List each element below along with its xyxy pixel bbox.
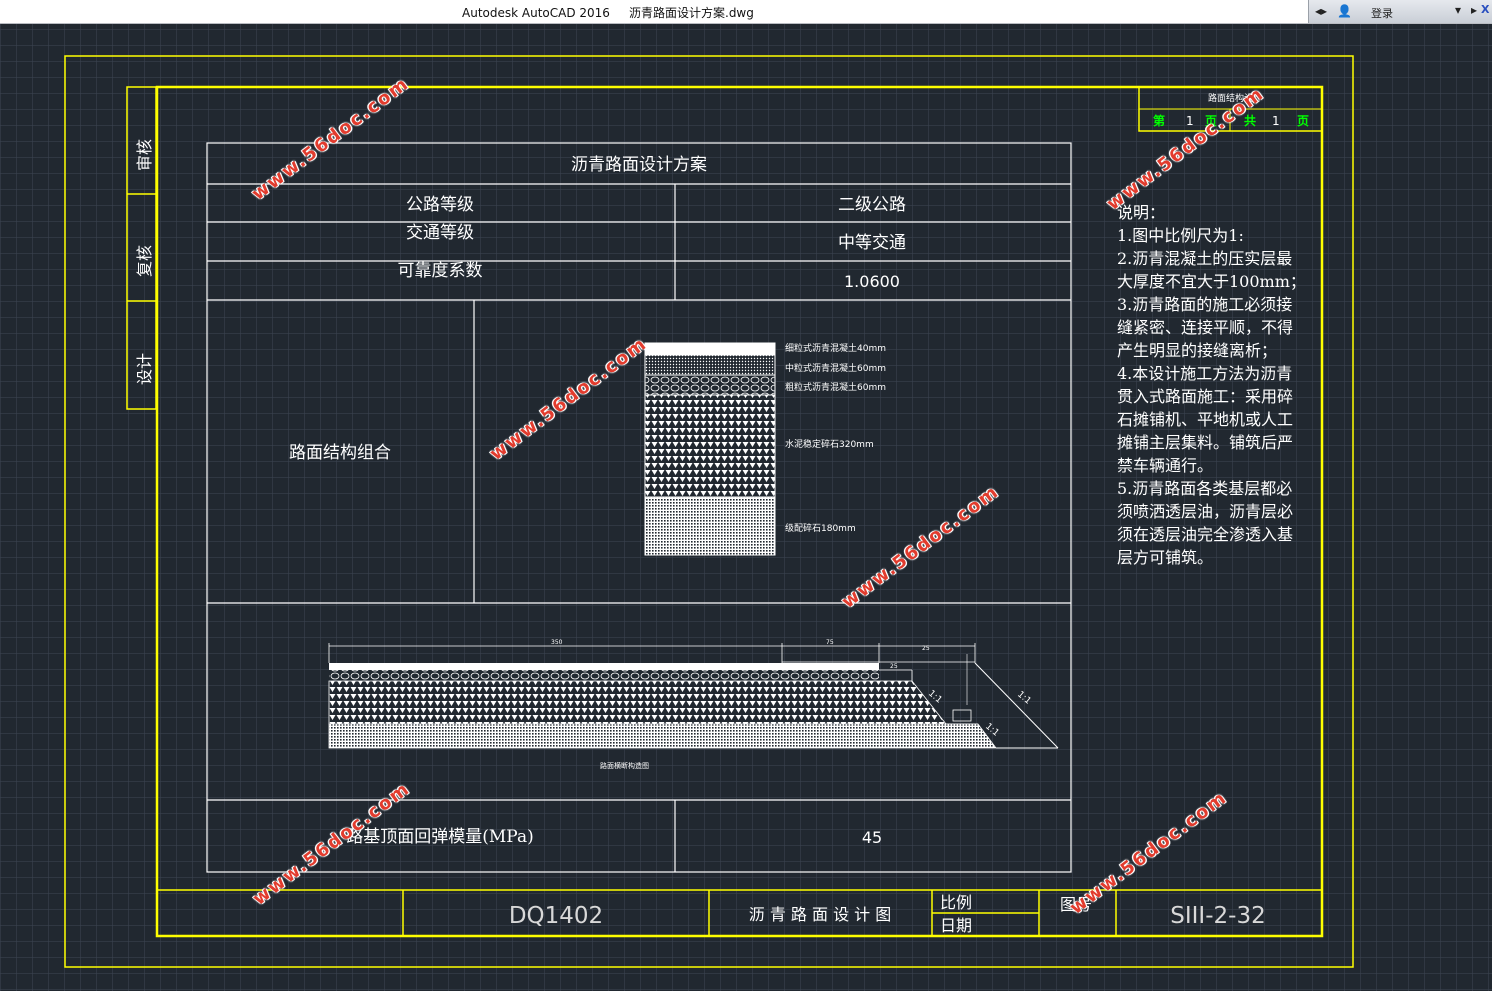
design-label: 设计 bbox=[135, 353, 154, 385]
note-line: 3.沥青路面的施工必须接 bbox=[1117, 295, 1293, 314]
scale-label: 比例 bbox=[940, 893, 972, 912]
total-number: 1 bbox=[1272, 114, 1280, 128]
slope-label-2: 1:1 bbox=[1015, 690, 1033, 707]
note-line: 5.沥青路面各类基层都必 bbox=[1117, 479, 1293, 498]
design-notes: 说明： 1.图中比例尺为1: 2.沥青混凝土的压实层最 大厚度不宜大于100mm… bbox=[1117, 201, 1317, 569]
traffic-grade-value: 中等交通 bbox=[838, 233, 906, 253]
note-line: 摊铺主层集料。铺筑后严 bbox=[1117, 433, 1294, 452]
modulus-value: 45 bbox=[862, 828, 882, 847]
layer-label-4: 水泥稳定碎石320mm bbox=[785, 438, 874, 450]
note-line: 层方可铺筑。 bbox=[1117, 548, 1214, 567]
note-line: 产生明显的接缝离析； bbox=[1117, 341, 1278, 360]
road-grade-value: 二级公路 bbox=[838, 195, 906, 215]
note-line: 禁车辆通行。 bbox=[1117, 456, 1214, 475]
modulus-label: 路基顶面回弹模量(MPa) bbox=[346, 827, 533, 847]
section-caption: 路面横断构造图 bbox=[600, 761, 649, 770]
note-line: 缝紧密、连接平顺，不得 bbox=[1117, 318, 1294, 337]
reliability-label: 可靠度系数 bbox=[398, 261, 483, 281]
dim-label-25b: 25 bbox=[890, 663, 898, 670]
left-signature-strip: 审核 复核 设计 bbox=[126, 86, 157, 410]
check-label: 复核 bbox=[135, 245, 154, 277]
note-line: 须在透层油完全渗透入基 bbox=[1117, 525, 1294, 544]
table-title: 沥青路面设计方案 bbox=[571, 155, 707, 175]
layer-label-1: 细粒式沥青混凝土40mm bbox=[785, 342, 886, 354]
note-line: 2.沥青混凝土的压实层最 bbox=[1117, 249, 1293, 268]
figure-number: SIII-2-32 bbox=[1170, 903, 1265, 929]
road-grade-label: 公路等级 bbox=[406, 195, 474, 215]
structure-label: 路面结构组合 bbox=[289, 443, 391, 463]
layer-label-2: 中粒式沥青混凝土60mm bbox=[785, 362, 886, 374]
note-line: 4.本设计施工方法为沥青 bbox=[1117, 364, 1293, 383]
drawing-code: DQ1402 bbox=[509, 903, 603, 929]
review-label: 审核 bbox=[135, 139, 154, 171]
note-line: 须喷洒透层油，沥青层必 bbox=[1117, 502, 1294, 521]
reliability-value: 1.0600 bbox=[844, 272, 900, 291]
page-number: 1 bbox=[1186, 114, 1194, 128]
traffic-grade-label: 交通等级 bbox=[406, 223, 474, 243]
note-line: 1.图中比例尺为1: bbox=[1117, 226, 1244, 245]
dim-label-75: 75 bbox=[826, 639, 834, 646]
date-label: 日期 bbox=[940, 916, 972, 935]
total-suffix: 页 bbox=[1297, 114, 1309, 128]
dim-label-25a: 25 bbox=[922, 645, 930, 652]
title-block bbox=[157, 889, 1322, 936]
pavement-layers-diagram bbox=[644, 342, 776, 556]
drawing-name: 沥 青 路 面 设 计 图 bbox=[749, 905, 892, 924]
dim-label-350: 350 bbox=[551, 639, 563, 646]
layer-label-5: 级配碎石180mm bbox=[785, 522, 856, 534]
note-line: 石摊铺机、平地机或人工 bbox=[1117, 410, 1294, 429]
layer-label-3: 粗粒式沥青混凝土60mm bbox=[785, 381, 886, 393]
page-prefix: 第 bbox=[1153, 113, 1165, 128]
notes-heading: 说明： bbox=[1117, 203, 1166, 222]
note-line: 大厚度不宜大于100mm； bbox=[1117, 272, 1306, 291]
cross-section-diagram bbox=[328, 643, 1059, 749]
note-line: 贯入式路面施工：采用碎 bbox=[1117, 387, 1294, 406]
